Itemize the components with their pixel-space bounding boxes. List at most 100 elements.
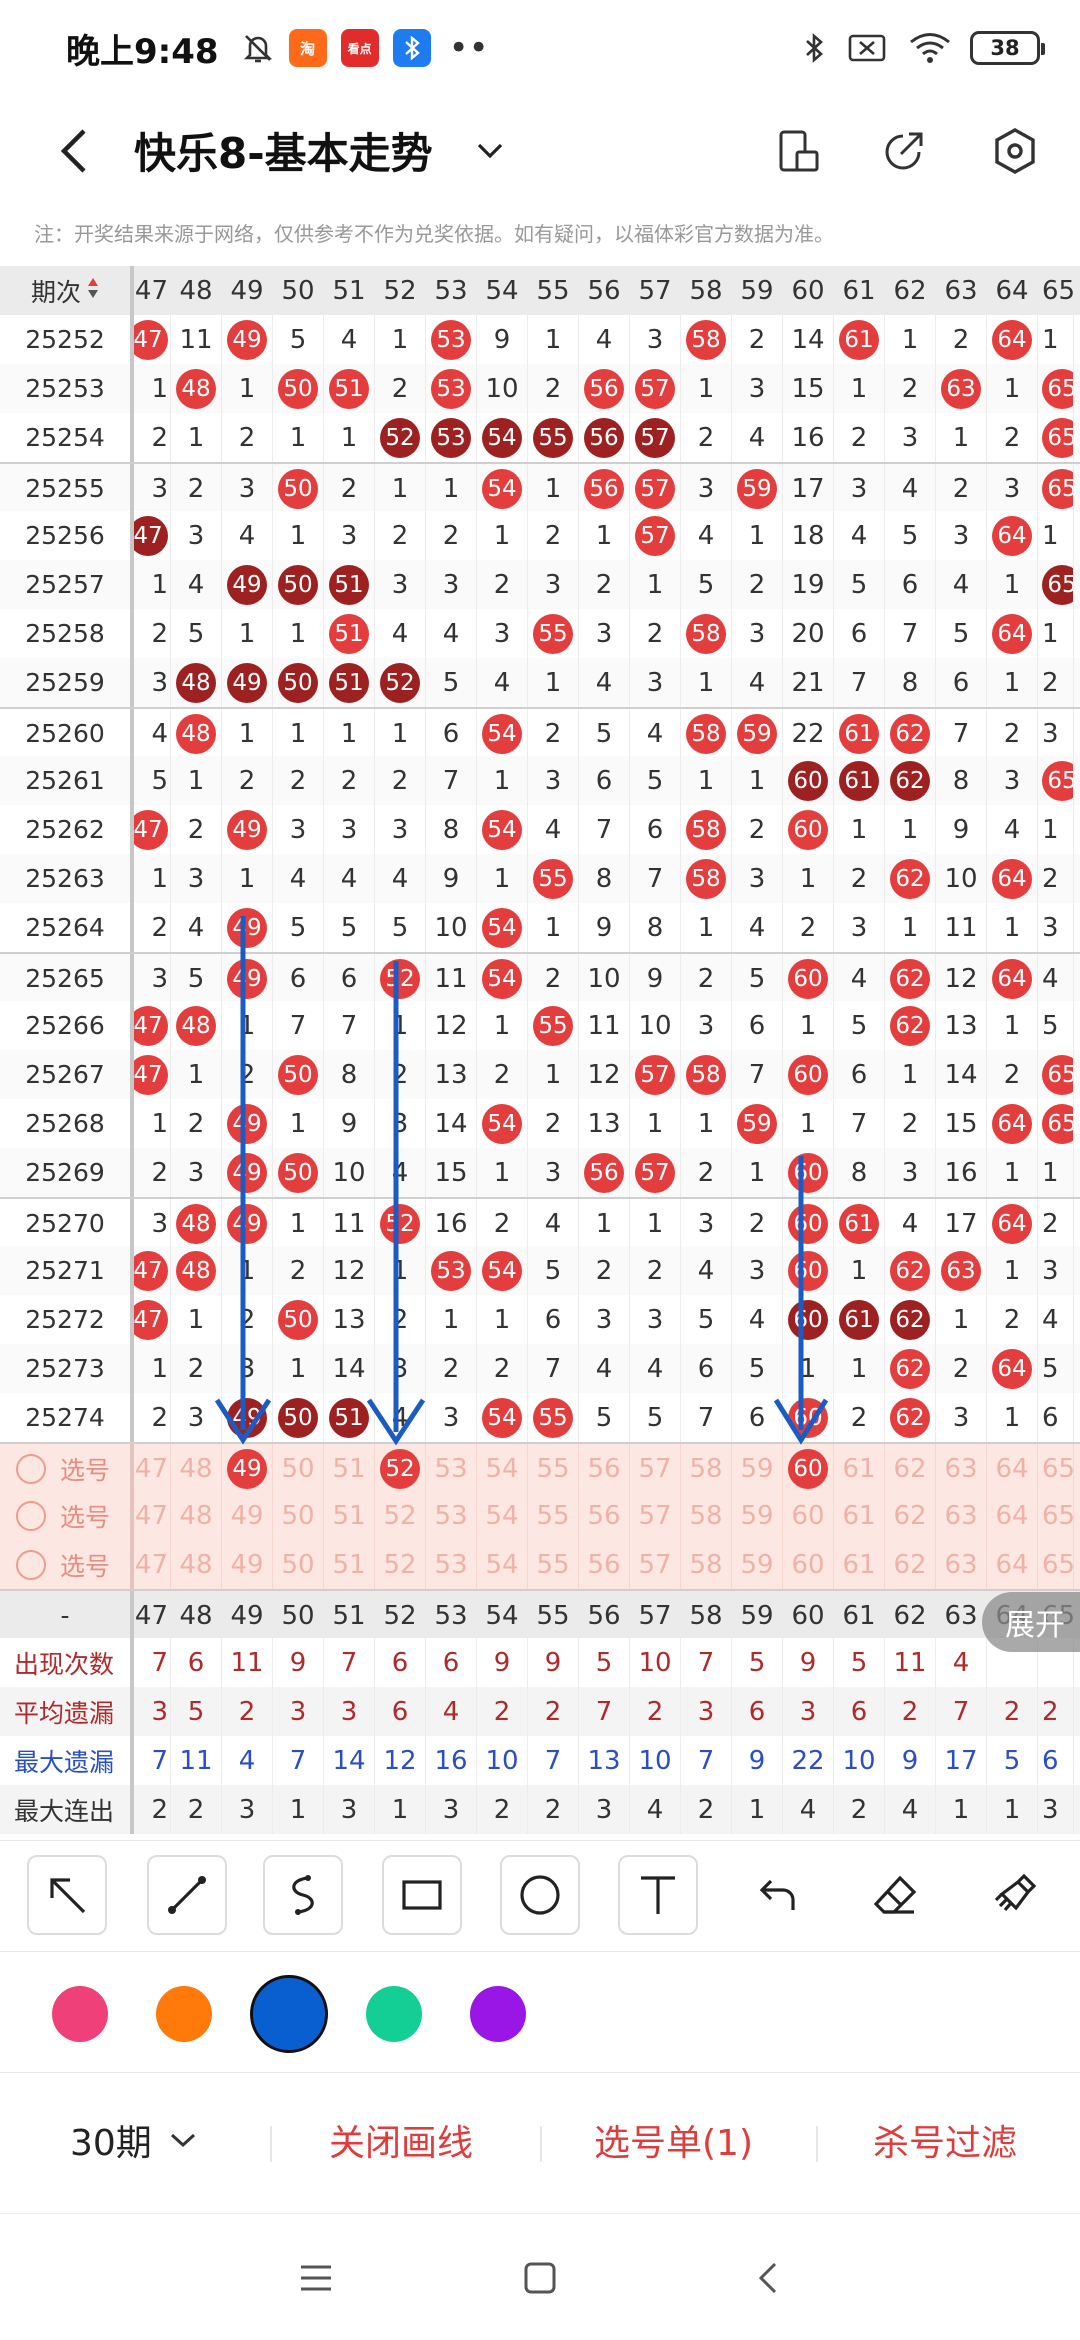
selectable-number-cell[interactable]: 62 bbox=[885, 1491, 936, 1540]
selectable-number-cell[interactable]: 61 bbox=[834, 1540, 885, 1589]
grid-cell: 3 bbox=[732, 854, 783, 903]
selectable-number-cell[interactable]: 58 bbox=[681, 1491, 732, 1540]
selectable-number-cell[interactable]: 51 bbox=[324, 1540, 375, 1589]
selectable-number-cell[interactable]: 47 bbox=[134, 1540, 171, 1589]
selectable-number-cell[interactable]: 64 bbox=[987, 1491, 1038, 1540]
selectable-number-cell[interactable]: 65 bbox=[1038, 1444, 1074, 1493]
selection-list-button[interactable]: 选号单(1) bbox=[594, 2114, 753, 2166]
selectable-number-cell[interactable]: 49 bbox=[222, 1444, 273, 1493]
selectable-number-cell[interactable]: 50 bbox=[273, 1540, 324, 1589]
selectable-number-cell[interactable]: 48 bbox=[171, 1491, 222, 1540]
color-swatch-green[interactable] bbox=[366, 1986, 422, 2042]
selectable-number-cell[interactable]: 64 bbox=[987, 1444, 1038, 1493]
select-row-label[interactable]: 选号 bbox=[0, 1491, 134, 1540]
selectable-number-cell[interactable]: 49 bbox=[222, 1540, 273, 1589]
curve-tool-button[interactable] bbox=[263, 1855, 343, 1935]
select-row-label[interactable]: 选号 bbox=[0, 1540, 134, 1589]
selectable-number-cell[interactable]: 60 bbox=[783, 1540, 834, 1589]
omission-value: 58 bbox=[689, 275, 723, 306]
selectable-number-cell[interactable]: 59 bbox=[732, 1444, 783, 1493]
selectable-number-cell[interactable]: 55 bbox=[528, 1444, 579, 1493]
selectable-number-cell[interactable]: 53 bbox=[426, 1540, 477, 1589]
selectable-number-cell[interactable]: 56 bbox=[579, 1491, 630, 1540]
selectable-number: 56 bbox=[587, 1549, 621, 1580]
selectable-number-cell[interactable]: 63 bbox=[936, 1540, 987, 1589]
omission-value: 1 bbox=[238, 373, 256, 404]
selectable-number-cell[interactable]: 53 bbox=[426, 1444, 477, 1493]
selectable-number-cell[interactable]: 52 bbox=[375, 1491, 426, 1540]
selectable-number-cell[interactable]: 54 bbox=[477, 1491, 528, 1540]
selectable-number-cell[interactable]: 58 bbox=[681, 1540, 732, 1589]
period-count-select[interactable]: 30期 bbox=[70, 2114, 198, 2166]
period-header-cell[interactable]: 期次 bbox=[0, 266, 134, 315]
home-nav-button[interactable] bbox=[510, 2248, 570, 2308]
undo-tool-button[interactable] bbox=[738, 1855, 818, 1935]
line-tool-button[interactable] bbox=[147, 1855, 227, 1935]
color-swatch-blue-selected[interactable] bbox=[250, 1975, 328, 2053]
selectable-number-cell[interactable]: 63 bbox=[936, 1491, 987, 1540]
grid-cell: 19 bbox=[783, 560, 834, 609]
menu-nav-button[interactable] bbox=[286, 2248, 346, 2308]
selectable-number-cell[interactable]: 57 bbox=[630, 1444, 681, 1493]
selectable-number-cell[interactable]: 58 bbox=[681, 1444, 732, 1493]
clear-tool-button[interactable] bbox=[975, 1855, 1055, 1935]
selectable-number-cell[interactable]: 49 bbox=[222, 1491, 273, 1540]
settings-button[interactable] bbox=[980, 116, 1050, 186]
arrow-tool-button[interactable] bbox=[27, 1855, 107, 1935]
orientation-button[interactable] bbox=[763, 116, 833, 186]
grid-cell: 60 bbox=[783, 1393, 834, 1442]
selectable-number-cell[interactable]: 56 bbox=[579, 1444, 630, 1493]
grid-cell: 6 bbox=[579, 756, 630, 805]
selectable-number-cell[interactable]: 60 bbox=[783, 1491, 834, 1540]
color-swatch-pink[interactable] bbox=[52, 1986, 108, 2042]
selectable-number-cell[interactable]: 57 bbox=[630, 1491, 681, 1540]
selectable-number-cell[interactable]: 65 bbox=[1038, 1491, 1074, 1540]
selectable-number-cell[interactable]: 48 bbox=[171, 1444, 222, 1493]
selectable-number-cell[interactable]: 55 bbox=[528, 1491, 579, 1540]
drawn-number-ball: 47 bbox=[134, 1005, 168, 1046]
color-swatch-purple[interactable] bbox=[470, 1986, 526, 2042]
lottery-type-dropdown[interactable] bbox=[468, 126, 512, 176]
selectable-number-cell[interactable]: 62 bbox=[885, 1540, 936, 1589]
selectable-number-cell[interactable]: 59 bbox=[732, 1491, 783, 1540]
selectable-number-cell[interactable]: 53 bbox=[426, 1491, 477, 1540]
selectable-number-cell[interactable]: 63 bbox=[936, 1444, 987, 1493]
share-button[interactable] bbox=[869, 116, 939, 186]
text-tool-button[interactable] bbox=[618, 1855, 698, 1935]
omission-value: 9 bbox=[595, 912, 613, 943]
selectable-number: 54 bbox=[485, 1453, 519, 1484]
selectable-number-cell[interactable]: 55 bbox=[528, 1540, 579, 1589]
selectable-number-cell[interactable]: 47 bbox=[134, 1444, 171, 1493]
selectable-number-cell[interactable]: 65 bbox=[1038, 1540, 1074, 1589]
selectable-number-cell[interactable]: 54 bbox=[477, 1444, 528, 1493]
selectable-number-cell[interactable]: 64 bbox=[987, 1540, 1038, 1589]
selectable-number-cell[interactable]: 48 bbox=[171, 1540, 222, 1589]
selectable-number-cell[interactable]: 60 bbox=[783, 1444, 834, 1493]
selectable-number-cell[interactable]: 62 bbox=[885, 1444, 936, 1493]
selectable-number-cell[interactable]: 56 bbox=[579, 1540, 630, 1589]
selectable-number-cell[interactable]: 54 bbox=[477, 1540, 528, 1589]
grid-cell: 13 bbox=[579, 1099, 630, 1148]
selectable-number-cell[interactable]: 47 bbox=[134, 1491, 171, 1540]
selectable-number-cell[interactable]: 50 bbox=[273, 1444, 324, 1493]
select-row-label[interactable]: 选号 bbox=[0, 1444, 134, 1493]
selectable-number-cell[interactable]: 52 bbox=[375, 1540, 426, 1589]
color-swatch-orange[interactable] bbox=[156, 1986, 212, 2042]
selectable-number-cell[interactable]: 61 bbox=[834, 1444, 885, 1493]
eraser-tool-button[interactable] bbox=[855, 1855, 935, 1935]
rect-tool-button[interactable] bbox=[382, 1855, 462, 1935]
expand-button[interactable]: 展开 bbox=[982, 1592, 1080, 1652]
selectable-number-cell[interactable]: 61 bbox=[834, 1491, 885, 1540]
selectable-number-cell[interactable]: 52 bbox=[375, 1444, 426, 1493]
grid-cell: 7 bbox=[630, 854, 681, 903]
back-nav-button[interactable] bbox=[738, 2248, 798, 2308]
selectable-number-cell[interactable]: 57 bbox=[630, 1540, 681, 1589]
close-drawing-button[interactable]: 关闭画线 bbox=[329, 2114, 473, 2166]
circle-tool-button[interactable] bbox=[500, 1855, 580, 1935]
back-button[interactable] bbox=[44, 118, 104, 184]
selectable-number-cell[interactable]: 59 bbox=[732, 1540, 783, 1589]
selectable-number-cell[interactable]: 50 bbox=[273, 1491, 324, 1540]
selectable-number-cell[interactable]: 51 bbox=[324, 1491, 375, 1540]
kill-number-filter-button[interactable]: 杀号过滤 bbox=[873, 2114, 1017, 2166]
selectable-number-cell[interactable]: 51 bbox=[324, 1444, 375, 1493]
